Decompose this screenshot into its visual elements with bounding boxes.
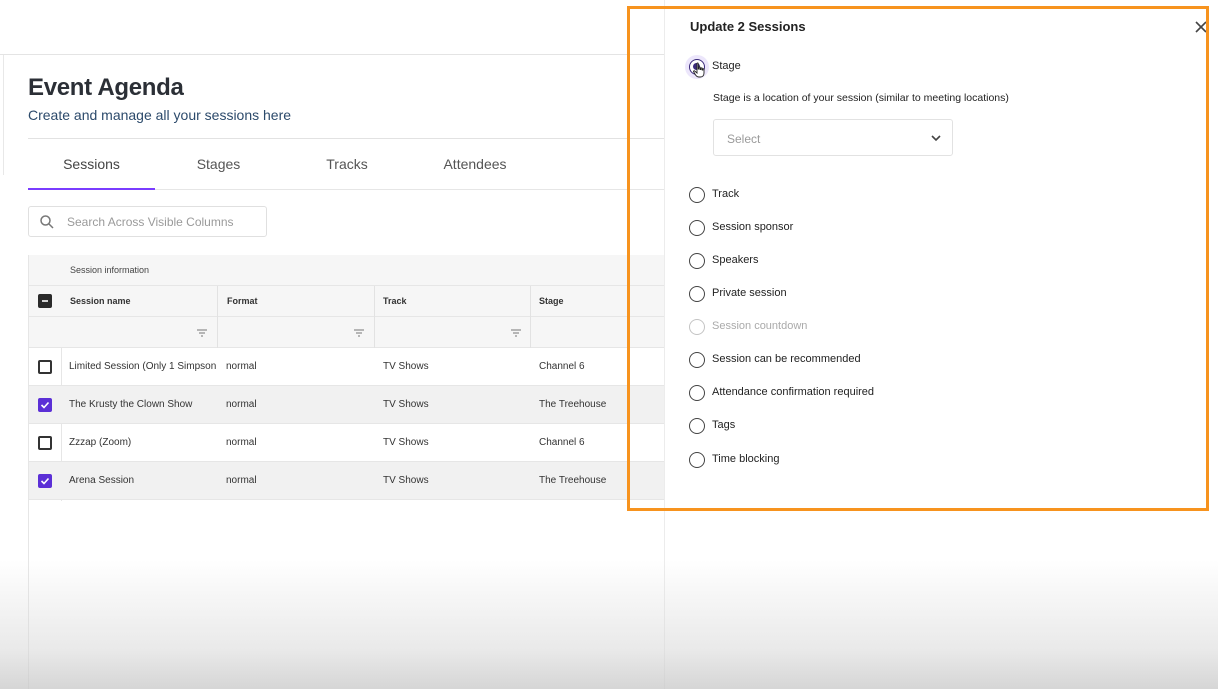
table-row[interactable]: The Krusty the Clown Show normal TV Show… xyxy=(29,386,665,424)
tab-attendees[interactable]: Attendees xyxy=(412,140,538,190)
chevron-down-icon xyxy=(931,135,941,142)
session-name-cell: The Krusty the Clown Show xyxy=(69,399,193,410)
column-header-track[interactable]: Track xyxy=(383,296,407,306)
session-countdown-radio xyxy=(689,319,705,335)
option-label: Session countdown xyxy=(712,320,808,332)
speakers-radio[interactable] xyxy=(689,253,705,269)
select-placeholder: Select xyxy=(727,132,761,146)
option-label: Attendance confirmation required xyxy=(712,386,875,398)
row-checkbox[interactable] xyxy=(38,474,52,488)
session-sponsor-radio[interactable] xyxy=(689,220,705,236)
column-divider xyxy=(217,317,218,348)
filter-icon[interactable] xyxy=(510,328,522,338)
option-label: Tags xyxy=(712,419,736,431)
stage-cell: The Treehouse xyxy=(539,399,607,410)
top-bar xyxy=(0,0,664,55)
search-input[interactable]: Search Across Visible Columns xyxy=(28,206,267,237)
stage-cell: Channel 6 xyxy=(539,437,585,448)
tab-stages[interactable]: Stages xyxy=(155,140,282,190)
option-label: Session sponsor xyxy=(712,221,794,233)
tags-radio[interactable] xyxy=(689,418,705,434)
sessions-table: Session information Session name Format … xyxy=(28,255,665,689)
option-label: Speakers xyxy=(712,254,759,266)
format-cell: normal xyxy=(226,437,257,448)
track-cell: TV Shows xyxy=(383,475,429,486)
time-blocking-radio[interactable] xyxy=(689,452,705,468)
format-cell: normal xyxy=(226,475,257,486)
column-divider xyxy=(530,317,531,348)
group-header-row: Session information xyxy=(29,255,665,286)
page-subtitle: Create and manage all your sessions here xyxy=(28,107,292,123)
column-header-session-name[interactable]: Session name xyxy=(70,296,131,306)
track-cell: TV Shows xyxy=(383,437,429,448)
option-label: Private session xyxy=(712,287,787,299)
page-title: Event Agenda xyxy=(28,74,184,101)
stage-description: Stage is a location of your session (sim… xyxy=(713,92,1009,104)
tab-bar: Sessions Stages Tracks Attendees xyxy=(28,140,664,190)
track-cell: TV Shows xyxy=(383,399,429,410)
row-checkbox[interactable] xyxy=(38,398,52,412)
panel-title: Update 2 Sessions xyxy=(690,19,806,34)
title-divider xyxy=(28,138,664,139)
column-divider xyxy=(374,286,375,317)
private-session-radio[interactable] xyxy=(689,286,705,302)
stage-select-dropdown[interactable]: Select xyxy=(713,119,953,156)
group-header-label: Session information xyxy=(70,265,150,275)
stage-cell: The Treehouse xyxy=(539,475,607,486)
table-row[interactable]: Arena Session normal TV Shows The Treeho… xyxy=(29,462,665,500)
row-checkbox[interactable] xyxy=(38,436,52,450)
column-header-stage[interactable]: Stage xyxy=(539,296,564,306)
session-name-cell: Limited Session (Only 1 Simpson xyxy=(69,361,217,372)
close-icon xyxy=(1195,21,1207,33)
session-name-cell: Arena Session xyxy=(69,475,135,486)
row-checkbox[interactable] xyxy=(38,360,52,374)
table-row[interactable]: Zzzap (Zoom) normal TV Shows Channel 6 xyxy=(29,424,665,462)
format-cell: normal xyxy=(226,361,257,372)
column-header-row: Session name Format Track Stage xyxy=(29,286,665,317)
hand-cursor-icon xyxy=(693,62,705,78)
track-radio[interactable] xyxy=(689,187,705,203)
column-filter-row xyxy=(29,317,665,348)
format-cell: normal xyxy=(226,399,257,410)
column-header-format[interactable]: Format xyxy=(227,296,258,306)
recommended-radio[interactable] xyxy=(689,352,705,368)
session-name-cell: Zzzap (Zoom) xyxy=(69,437,132,448)
option-label: Session can be recommended xyxy=(712,353,861,365)
column-divider xyxy=(530,286,531,317)
tab-sessions[interactable]: Sessions xyxy=(28,140,155,190)
option-label: Time blocking xyxy=(712,453,780,465)
table-row[interactable]: Limited Session (Only 1 Simpson normal T… xyxy=(29,348,665,386)
column-divider xyxy=(374,317,375,348)
left-edge xyxy=(0,55,4,175)
select-all-checkbox[interactable] xyxy=(38,294,52,308)
option-label: Stage xyxy=(712,60,741,72)
stage-cell: Channel 6 xyxy=(539,361,585,372)
column-divider xyxy=(217,286,218,317)
tab-tracks[interactable]: Tracks xyxy=(282,140,412,190)
track-cell: TV Shows xyxy=(383,361,429,372)
filter-icon[interactable] xyxy=(353,328,365,338)
filter-icon[interactable] xyxy=(196,328,208,338)
search-icon xyxy=(40,215,54,229)
close-button[interactable] xyxy=(1192,17,1208,35)
attendance-confirmation-radio[interactable] xyxy=(689,385,705,401)
search-placeholder: Search Across Visible Columns xyxy=(67,215,234,229)
option-label: Track xyxy=(712,188,740,200)
